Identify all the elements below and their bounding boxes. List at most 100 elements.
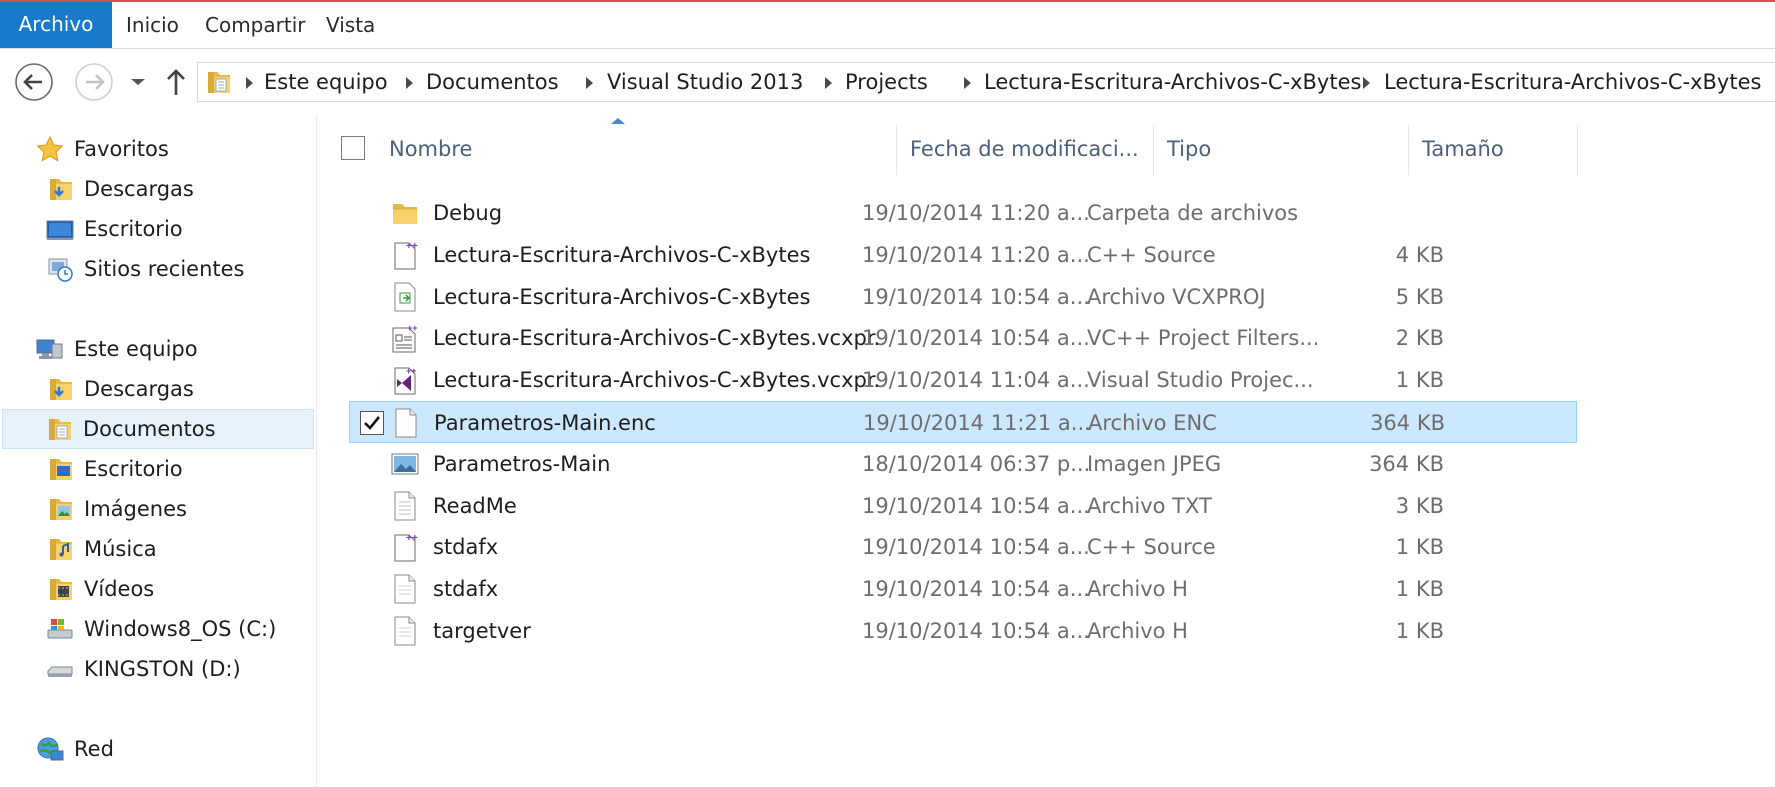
column-header-row: Nombre Fecha de modificaci... Tipo Tamañ… (317, 125, 1578, 175)
nav-favoritos-descargas[interactable]: Descargas (2, 169, 314, 209)
nav-este-equipo[interactable]: Este equipo (2, 329, 314, 369)
tab-archivo[interactable]: Archivo (0, 2, 112, 48)
nav-label: Sitios recientes (84, 257, 245, 281)
documents-folder-icon (45, 416, 73, 442)
row-checkbox[interactable] (360, 411, 384, 435)
nav-videos[interactable]: Vídeos (2, 569, 314, 609)
file-date: 19/10/2014 10:54 a.... (862, 535, 1092, 560)
file-date: 19/10/2014 10:54 a.... (862, 284, 1092, 309)
column-header-date[interactable]: Fecha de modificaci... (910, 125, 1140, 175)
usb-drive-icon (46, 656, 74, 682)
file-row[interactable]: stdafx 19/10/2014 10:54 a.... Archivo H 1 K… (349, 568, 1577, 610)
file-name: ReadMe (433, 493, 517, 518)
nav-documentos[interactable]: Documentos (2, 409, 314, 449)
forward-arrow-icon (75, 63, 113, 101)
column-header-type[interactable]: Tipo (1167, 125, 1367, 175)
column-separator[interactable] (896, 125, 897, 175)
nav-favoritos[interactable]: Favoritos (2, 129, 314, 169)
filters-file-icon (391, 323, 419, 353)
file-row[interactable]: Parametros-Main.enc 19/10/2014 11:21 a...… (349, 401, 1577, 443)
file-row[interactable]: ReadMe 19/10/2014 10:54 a.... Archivo TXT 3… (349, 485, 1577, 527)
file-date: 19/10/2014 10:54 a.... (862, 326, 1092, 351)
file-size: 4 KB (1395, 242, 1444, 267)
nav-label: Imágenes (84, 497, 187, 521)
tab-vista[interactable]: Vista (326, 2, 375, 48)
tab-compartir[interactable]: Compartir (205, 2, 305, 48)
recent-locations-button[interactable] (127, 73, 149, 91)
network-icon (36, 736, 64, 762)
nav-escritorio[interactable]: Escritorio (2, 449, 314, 489)
file-row[interactable]: Lectura-Escritura-Archivos-C-xBytes.vcxp… (349, 359, 1577, 401)
file-type: Visual Studio Projec... (1087, 368, 1314, 393)
file-size: 2 KB (1395, 326, 1444, 351)
navigation-pane: Favoritos Descargas Escritorio Sitios re… (0, 115, 317, 787)
folder-icon (204, 69, 232, 95)
file-type: C++ Source (1087, 242, 1216, 267)
column-separator[interactable] (1577, 125, 1578, 175)
folder-icon (391, 198, 419, 228)
nav-drive-c[interactable]: Windows8_OS (C:) (2, 609, 314, 649)
tab-inicio[interactable]: Inicio (126, 2, 179, 48)
file-name: Lectura-Escritura-Archivos-C-xBytes.vcxp… (433, 368, 883, 393)
file-row[interactable]: Lectura-Escritura-Archivos-C-xBytes 19/10… (349, 234, 1577, 276)
file-row[interactable]: Parametros-Main 18/10/2014 06:37 p.... Ima… (349, 443, 1577, 485)
file-name: targetver (433, 619, 531, 643)
breadcrumb-project-folder[interactable]: Lectura-Escritura-Archivos-C-xBytes (984, 63, 1361, 101)
file-type: Carpeta de archivos (1087, 201, 1299, 225)
file-type: Imagen JPEG (1087, 451, 1222, 476)
recent-places-icon (46, 256, 74, 282)
breadcrumb-projects[interactable]: Projects (845, 63, 928, 101)
breadcrumb-documentos[interactable]: Documentos (426, 63, 559, 101)
nav-imagenes[interactable]: Imágenes (2, 489, 314, 529)
column-header-size[interactable]: Tamaño (1422, 125, 1562, 175)
nav-musica[interactable]: Música (2, 529, 314, 569)
star-icon (36, 136, 64, 162)
breadcrumb-este-equipo[interactable]: Este equipo (264, 63, 388, 101)
file-date: 19/10/2014 11:04 a.... (862, 368, 1092, 393)
file-row[interactable]: Lectura-Escritura-Archivos-C-xBytes 19/10… (349, 276, 1577, 318)
file-size (1302, 192, 1444, 234)
file-name: Parametros-Main (433, 451, 611, 476)
file-row[interactable]: Lectura-Escritura-Archivos-C-xBytes.vcxp… (349, 317, 1577, 359)
cpp-file-icon (391, 240, 419, 270)
file-name: stdafx (433, 535, 499, 560)
file-date: 19/10/2014 10:54 a.... (862, 493, 1092, 518)
file-row[interactable]: Debug 19/10/2014 11:20 a.... Carpeta de ar… (349, 192, 1577, 234)
file-date: 19/10/2014 10:54 a.... (862, 619, 1092, 643)
column-separator[interactable] (1153, 125, 1154, 175)
select-all-checkbox[interactable] (341, 136, 365, 160)
nav-red[interactable]: Red (2, 729, 314, 769)
forward-button[interactable] (74, 62, 114, 102)
file-row[interactable]: targetver 19/10/2014 10:54 a.... Archivo H… (349, 610, 1577, 652)
nav-label: Red (74, 737, 114, 761)
file-row[interactable]: stdafx 19/10/2014 10:54 a.... C++ Source 1 … (349, 526, 1577, 568)
header-file-icon (391, 616, 419, 646)
nav-label: Windows8_OS (C:) (84, 617, 277, 641)
back-button[interactable] (14, 62, 54, 102)
breadcrumb-current-folder[interactable]: Lectura-Escritura-Archivos-C-xBytes (1384, 63, 1761, 101)
nav-drive-d[interactable]: KINGSTON (D:) (2, 649, 314, 689)
nav-label: KINGSTON (D:) (84, 657, 241, 681)
nav-sitios-recientes[interactable]: Sitios recientes (2, 249, 314, 289)
nav-favoritos-escritorio[interactable]: Escritorio (2, 209, 314, 249)
up-button[interactable] (161, 63, 191, 101)
nav-label: Vídeos (84, 577, 155, 601)
file-list: Nombre Fecha de modificaci... Tipo Tamañ… (317, 115, 1775, 787)
nav-descargas[interactable]: Descargas (2, 369, 314, 409)
file-name: Lectura-Escritura-Archivos-C-xBytes (433, 242, 811, 267)
checkmark-icon (364, 416, 381, 430)
address-bar[interactable]: Este equipo Documentos Visual Studio 201… (197, 62, 1775, 102)
cpp-file-icon (391, 532, 419, 562)
up-arrow-icon (167, 69, 185, 95)
file-date: 19/10/2014 11:21 a.... (863, 411, 1093, 435)
nav-label: Descargas (84, 177, 194, 201)
breadcrumb-visual-studio[interactable]: Visual Studio 2013 (607, 63, 803, 101)
file-size: 364 KB (1370, 411, 1445, 435)
column-separator[interactable] (1408, 125, 1409, 175)
vcxproj-file-icon (391, 282, 419, 312)
column-header-name[interactable]: Nombre (389, 125, 789, 175)
nav-label: Escritorio (84, 217, 183, 241)
file-date: 19/10/2014 10:54 a.... (862, 577, 1092, 602)
chevron-down-icon (131, 79, 145, 85)
navigation-bar: Este equipo Documentos Visual Studio 201… (0, 49, 1775, 115)
